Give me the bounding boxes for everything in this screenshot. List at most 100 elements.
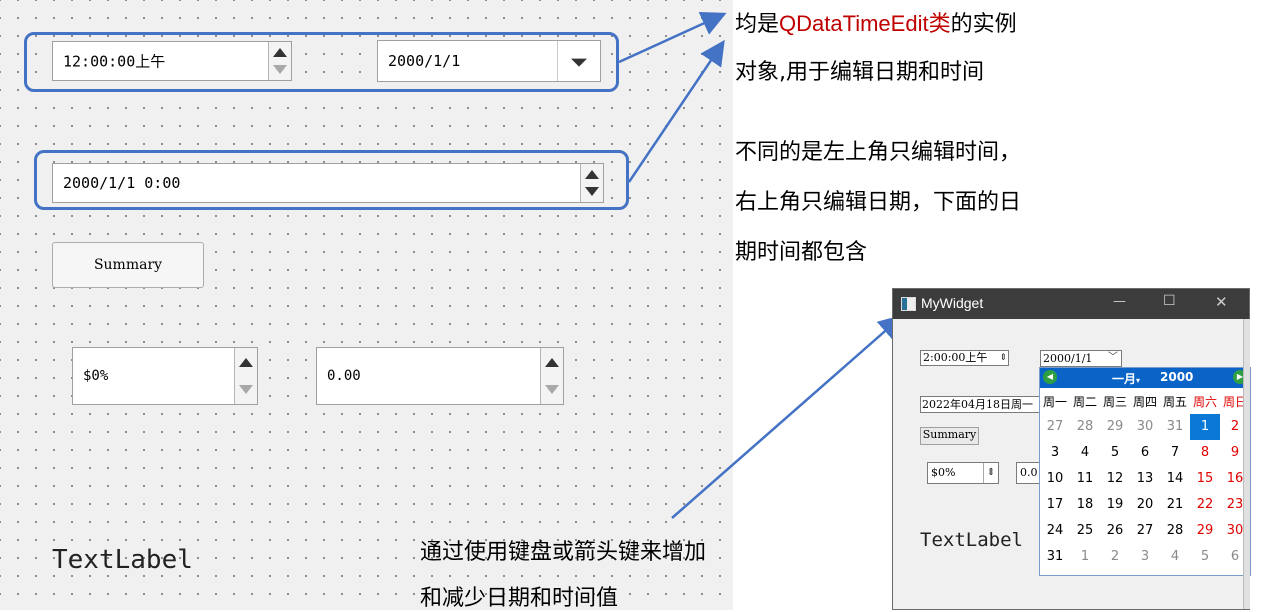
annotation-top-line1: 均是QDataTimeEdit类的实例 <box>735 6 1017 38</box>
minimize-button[interactable]: — <box>1113 294 1126 309</box>
calendar-day-cell[interactable]: 3 <box>1040 440 1070 466</box>
calendar-day-cell[interactable]: 31 <box>1160 414 1190 440</box>
win-percent-spinbox[interactable]: $0% ⇕ <box>927 462 999 484</box>
datetime-edit-value: 2000/1/1 0:00 <box>63 174 181 192</box>
calendar-day-cell[interactable]: 12 <box>1100 466 1130 492</box>
win-summary-button[interactable]: Summary <box>920 427 979 445</box>
calendar-day-cell[interactable]: 11 <box>1070 466 1100 492</box>
annotation-mid-line1: 不同的是左上角只编辑时间， <box>735 140 1022 165</box>
summary-button-label: Summary <box>93 257 163 273</box>
calendar-weekday-header: 周一 周二 周三 周四 周五 周六 周日 <box>1040 390 1250 414</box>
calendar-day-cell[interactable]: 22 <box>1190 492 1220 518</box>
calendar-day-cell[interactable]: 10 <box>1040 466 1070 492</box>
calendar-day-cell[interactable]: 29 <box>1100 414 1130 440</box>
calendar-day-cell[interactable]: 1 <box>1070 544 1100 570</box>
datetime-edit-spin-buttons[interactable] <box>580 164 603 202</box>
mywidget-window: MyWidget — ☐ ✕ 2:00:00上午 ⇕ 2000/1/1 ﹀ 2022… <box>892 288 1251 610</box>
arrow-up-icon[interactable] <box>273 48 287 57</box>
calendar-day-cell[interactable]: 4 <box>1160 544 1190 570</box>
calendar-day-cell[interactable]: 3 <box>1130 544 1160 570</box>
win-percent-value: $0% <box>931 466 956 479</box>
win-date-value: 2000/1/1 <box>1043 352 1093 365</box>
annotation-top-line2: 对象,用于编辑日期和时间 <box>735 60 984 85</box>
calendar-day-cell[interactable]: 5 <box>1100 440 1130 466</box>
calendar-day-cell[interactable]: 24 <box>1040 518 1070 544</box>
weekday-header-cell: 周一 <box>1042 395 1067 409</box>
spin-icon[interactable]: ⇕ <box>999 351 1007 365</box>
maximize-button[interactable]: ☐ <box>1163 293 1176 309</box>
calendar-day-cell[interactable]: 13 <box>1130 466 1160 492</box>
calendar-day-cell[interactable]: 7 <box>1160 440 1190 466</box>
weekday-header-cell: 周二 <box>1072 395 1097 409</box>
calendar-month-label: 一月 <box>1112 372 1137 386</box>
calendar-day-cell[interactable]: 31 <box>1040 544 1070 570</box>
calendar-day-cell[interactable]: 28 <box>1160 518 1190 544</box>
datetime-edit[interactable]: 2000/1/1 0:00 <box>52 163 604 203</box>
calendar-popup: ◀ 一月▾ 2000 ▶ 周一 周二 周三 周四 周五 周六 周日 27 28 29 30 31 1 2… <box>1039 367 1251 576</box>
calendar-day-cell[interactable]: 27 <box>1040 414 1070 440</box>
calendar-day-cell[interactable]: 6 <box>1130 440 1160 466</box>
calendar-day-cell[interactable]: 30 <box>1130 414 1160 440</box>
time-edit[interactable]: 12:00:00上午 <box>52 41 292 81</box>
window-right-edge <box>1243 319 1250 609</box>
win-datetime-value: 2022年04月18日周一 <box>922 398 1033 411</box>
date-edit[interactable]: 2000/1/1 <box>377 40 601 82</box>
weekday-header-cell: 周五 <box>1162 395 1187 409</box>
annotation-bottom-line2: 和减少日期和时间值 <box>420 586 619 611</box>
calendar-year-label[interactable]: 2000 <box>1160 370 1193 384</box>
close-button[interactable]: ✕ <box>1215 293 1228 311</box>
double-spinbox[interactable]: 0.00 <box>316 347 564 405</box>
annotation-mid-line2: 右上角只编辑日期，下面的日 <box>735 190 1022 215</box>
calendar-day-cell[interactable]: 4 <box>1070 440 1100 466</box>
win-datetime-edit[interactable]: 2022年04月18日周一 <box>920 396 1042 413</box>
win-time-edit[interactable]: 2:00:00上午 ⇕ <box>920 350 1009 366</box>
calendar-day-cell[interactable]: 14 <box>1160 466 1190 492</box>
calendar-navigation-bar: ◀ 一月▾ 2000 ▶ <box>1040 368 1250 388</box>
chevron-down-icon[interactable]: ﹀ <box>1108 351 1118 365</box>
calendar-month-selector[interactable]: 一月▾ <box>1112 370 1140 387</box>
calendar-day-cell[interactable]: 29 <box>1190 518 1220 544</box>
date-dropdown-button[interactable] <box>557 41 600 81</box>
calendar-day-cell[interactable]: 5 <box>1190 544 1220 570</box>
calendar-day-cell[interactable]: 25 <box>1070 518 1100 544</box>
arrow-down-icon[interactable] <box>273 65 287 74</box>
calendar-day-cell[interactable]: 1 <box>1190 414 1220 440</box>
calendar-day-cell[interactable]: 20 <box>1130 492 1160 518</box>
win-date-edit[interactable]: 2000/1/1 ﹀ <box>1040 350 1122 367</box>
percent-spin-buttons[interactable] <box>234 348 257 404</box>
calendar-day-cell[interactable]: 8 <box>1190 440 1220 466</box>
annotation-top-class-name: QDataTimeEdit类 <box>779 11 951 36</box>
calendar-day-cell[interactable]: 18 <box>1070 492 1100 518</box>
arrow-down-icon[interactable] <box>545 385 559 394</box>
double-spin-buttons[interactable] <box>540 348 563 404</box>
annotation-mid-line3: 期时间都包含 <box>735 240 868 265</box>
calendar-day-cell[interactable]: 27 <box>1130 518 1160 544</box>
calendar-day-cell[interactable]: 2 <box>1100 544 1130 570</box>
calendar-day-cell[interactable]: 28 <box>1070 414 1100 440</box>
arrow-up-icon[interactable] <box>585 170 599 179</box>
percent-spinbox[interactable]: $0% <box>72 347 258 405</box>
arrow-down-icon[interactable] <box>239 385 253 394</box>
calendar-day-cell[interactable]: 17 <box>1040 492 1070 518</box>
chevron-down-icon <box>571 58 587 67</box>
annotation-top-b: 的实例 <box>950 12 1017 37</box>
weekday-header-cell: 周四 <box>1132 395 1157 409</box>
summary-button[interactable]: Summary <box>52 242 204 288</box>
percent-spinbox-value: $0% <box>83 368 109 384</box>
text-label: TextLabel <box>52 545 193 575</box>
annotation-top-a: 均是 <box>735 12 780 37</box>
calendar-day-cell[interactable]: 26 <box>1100 518 1130 544</box>
calendar-day-cell[interactable]: 15 <box>1190 466 1220 492</box>
arrow-down-icon[interactable] <box>585 187 599 196</box>
arrow-up-icon[interactable] <box>545 358 559 367</box>
calendar-day-cell[interactable]: 19 <box>1100 492 1130 518</box>
win-double-value: 0.0 <box>1020 466 1038 479</box>
spin-icon[interactable]: ⇕ <box>983 463 998 483</box>
win-summary-label: Summary <box>922 428 977 441</box>
win-text-label: TextLabel <box>920 529 1023 551</box>
calendar-day-cell[interactable]: 21 <box>1160 492 1190 518</box>
prev-month-icon[interactable]: ◀ <box>1043 370 1057 384</box>
arrow-up-icon[interactable] <box>239 358 253 367</box>
time-edit-spin-buttons[interactable] <box>268 42 291 80</box>
time-edit-value: 12:00:00上午 <box>63 52 166 71</box>
